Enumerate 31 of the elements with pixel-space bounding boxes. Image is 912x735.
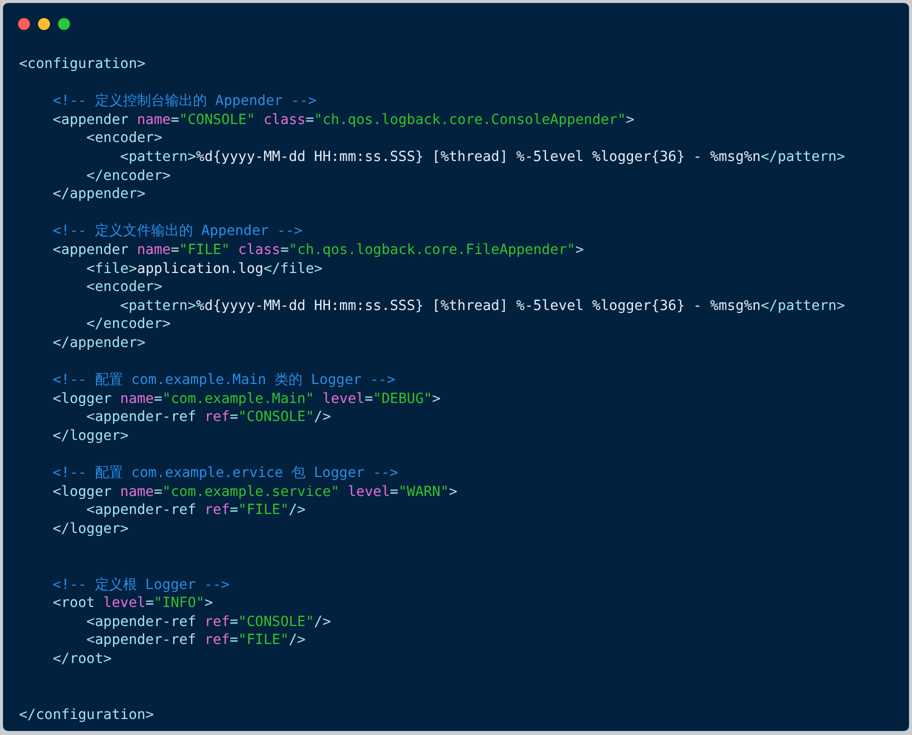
code-line: </logger> <box>52 520 129 538</box>
code-line: </appender> <box>52 334 146 352</box>
code-comment: <!-- 配置 com.example.ervice 包 Logger --> <box>52 464 398 483</box>
code-line: </encoder> <box>85 166 171 186</box>
code-line: <logger name="com.example.service" level="WARN"> <box>52 482 458 502</box>
code-line: <appender name="FILE" class="ch.qos.logback.core.FileAppender"> <box>52 240 584 260</box>
code-line: </root> <box>52 650 112 669</box>
code-line: <pattern>%d{yyyy-MM-dd HH:mm:ss.SSS} [%thread] %-5level %logger{36} - %msg%n</pattern> <box>119 296 846 316</box>
code-comment: <!-- 配置 com.example.Main 类的 Logger --> <box>52 371 396 390</box>
code-line: <appender-ref ref="FILE"/> <box>85 501 306 520</box>
code-line: <root level="INFO"> <box>52 594 213 613</box>
code-line: <logger name="com.example.Main" level="DEBUG"> <box>52 390 440 408</box>
zoom-button[interactable] <box>58 18 70 30</box>
code-line: <pattern>%d{yyyy-MM-dd HH:mm:ss.SSS} [%thread] %-5level %logger{36} - %msg%n</pattern> <box>119 148 846 167</box>
code-comment: <!-- 定义文件输出的 Appender --> <box>52 222 302 241</box>
code-line: </configuration> <box>19 706 154 724</box>
code-line: <file>application.log</file> <box>85 260 322 278</box>
code-line: </appender> <box>52 185 146 204</box>
code-line: </encoder> <box>85 315 171 334</box>
code-line: <appender-ref ref="FILE"/> <box>85 631 306 650</box>
code-line: <configuration> <box>19 55 146 74</box>
code-line: <appender name="CONSOLE" class="ch.qos.logback.core.ConsoleAppender"> <box>52 110 634 130</box>
code-line: <appender-ref ref="CONSOLE"/> <box>85 408 331 427</box>
close-button[interactable] <box>18 18 30 30</box>
code-line: </logger> <box>52 426 129 446</box>
code-comment: <!-- 定义根 Logger --> <box>52 576 230 594</box>
code-comment: <!-- 定义控制台输出的 Appender --> <box>52 92 316 111</box>
code-line: <encoder> <box>85 278 162 297</box>
code-line: <appender-ref ref="CONSOLE"/> <box>85 612 331 632</box>
code-line: <encoder> <box>85 129 162 148</box>
minimize-button[interactable] <box>38 18 50 30</box>
